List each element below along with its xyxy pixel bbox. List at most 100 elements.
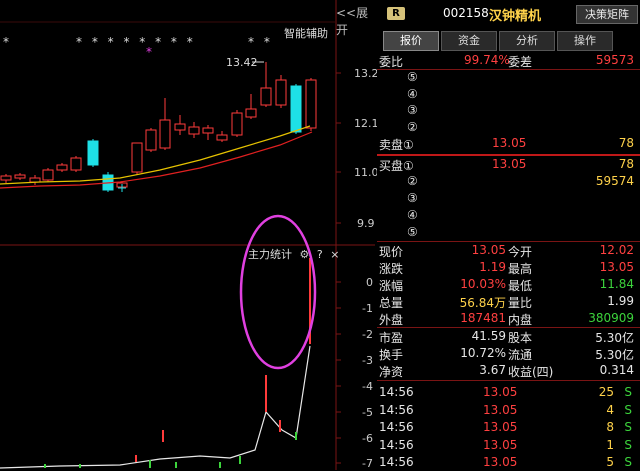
tick-volume: 8 [606,420,614,434]
stock-code: 002158 [443,6,489,20]
level-label: ② [407,119,418,134]
sell-level-row: ② [377,119,640,136]
level-label: ③ [407,103,418,117]
stat-row: 外盘 187481 内盘 380909 [377,310,640,327]
stat-label: 今开 [508,245,533,259]
decision-matrix-button[interactable]: 决策矩阵 [576,5,638,24]
sell-level-row: ③ [377,102,640,119]
fund-value: 0.314 [599,363,634,377]
tab-analysis[interactable]: 分析 [499,31,555,51]
price-tick: 12.1 [354,117,379,130]
indicator-tick: -7 [362,457,373,470]
fundamental-row: 换手 10.72% 流通 5.30亿 [377,345,640,362]
sell-level-row: ④ [377,86,640,103]
stat-value: 10.03% [460,277,506,291]
candle-body [188,126,200,135]
fund-value: 41.59 [471,329,506,343]
divider [377,380,640,381]
tick-price: 13.05 [483,437,518,452]
kline-chart-panel[interactable]: <<展开 智能辅助 * * * * * * * * * * * * 13.42 … [0,0,379,470]
candle-body [29,177,41,183]
weibi-label: 委比 [379,55,404,69]
kline-chart-canvas[interactable] [0,0,375,470]
tick-flag: S [624,402,632,417]
sell-level-row: ⑤ [377,69,640,86]
tab-quote[interactable]: 报价 [383,31,439,51]
level-price: 13.05 [492,157,527,171]
tab-funds[interactable]: 资金 [441,31,497,51]
indicator-tick: -5 [362,406,373,419]
tick-price: 13.05 [483,455,518,469]
smart-assist-label[interactable]: 智能辅助 [284,25,328,41]
main-force-stat-bar: 主力统计 ⚙ ? × [248,246,339,262]
candle-body [14,174,26,179]
fund-label: 股本 [508,331,533,345]
fund-label: 市盈 [379,331,404,345]
expand-button[interactable]: <<展开 [336,4,375,38]
gear-icon[interactable]: ⚙ [300,248,310,261]
candle-body [56,164,68,171]
level-label: ⑤ [407,70,418,84]
fund-value: 5.30亿 [595,331,634,345]
candle-body [305,79,317,129]
level-label: ② [407,174,418,188]
tick-flag: S [624,455,632,469]
tick-volume: 4 [606,402,614,417]
buy-level-row: ③ [377,190,640,207]
tick-time: 14:56 [379,402,414,417]
level-label: 卖盘① [379,138,414,152]
candle-body [245,108,257,118]
stat-value: 56.84万 [459,296,506,310]
fund-label: 净资 [379,365,404,379]
stat-value: 13.05 [471,243,506,257]
stat-label: 总量 [379,296,404,310]
level-price: 13.05 [492,136,527,150]
stat-value: 1.19 [479,260,506,274]
main-force-stat-title: 主力统计 [248,248,292,261]
candle-body [145,129,157,151]
close-icon[interactable]: × [330,248,339,261]
fundamental-row: 市盈 41.59 股本 5.30亿 [377,328,640,345]
stat-row: 涨幅 10.03% 最低 11.84 [377,276,640,293]
highlight-ellipse [239,214,317,370]
weibi-value: 99.74% [464,53,510,67]
tick-price: 13.05 [483,420,518,434]
indicator-tick: -6 [362,432,373,445]
tick-price: 13.05 [483,402,518,417]
tick-flag: S [624,420,632,434]
quote-header: R 002158 汉钟精机 决策矩阵 [377,0,640,26]
fundamental-row: 净资 3.67 收益(四) 0.314 [377,362,640,379]
stat-label: 涨跌 [379,262,404,276]
help-icon[interactable]: ? [317,248,323,261]
tab-operation[interactable]: 操作 [557,31,613,51]
tick-time: 14:56 [379,437,414,452]
level-volume: 78 [618,136,634,150]
weicha-value: 59573 [595,53,634,67]
stat-value: 187481 [460,311,506,325]
indicator-tick: -1 [362,302,373,315]
stat-value: 11.84 [599,277,634,291]
price-tick: 13.2 [354,67,379,80]
fund-value: 3.67 [479,363,506,377]
stat-value: 12.02 [599,243,634,257]
quote-panel: R 002158 汉钟精机 决策矩阵 报价 资金 分析 操作 委比 99.74%… [377,0,640,470]
signal-stars-right: * * [248,35,273,49]
level-label: 买盘① [379,159,414,173]
fund-label: 收益(四) [508,365,554,379]
tick-row: 14:56 13.05 5 S [377,454,640,471]
signal-stars-middle: * * * * * * * * [76,35,196,49]
stat-label: 涨幅 [379,279,404,293]
candle-body [159,119,171,149]
level-label: ③ [407,191,418,205]
level-label: ④ [407,86,418,101]
tick-row: 14:56 13.05 8 S [377,419,640,436]
indicator-line [0,345,311,469]
indicator-tick: 0 [366,276,373,289]
tick-row: 14:56 13.05 25 S [377,384,640,401]
quote-tabs: 报价 资金 分析 操作 [383,31,638,51]
candle-body [42,169,54,181]
weicha-label: 委差 [508,55,533,69]
tick-price: 13.05 [483,385,518,399]
indicator-tick: -3 [362,354,373,367]
stat-row: 涨跌 1.19 最高 13.05 [377,259,640,276]
